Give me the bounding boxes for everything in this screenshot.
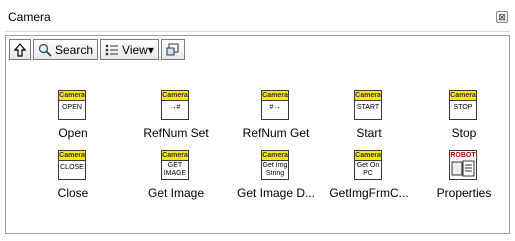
icon-band-label: Camera <box>262 91 288 101</box>
icon-band-label: Camera <box>162 91 188 101</box>
icon-band-label: Camera <box>59 91 85 101</box>
item-label: Start <box>356 126 382 140</box>
icon-band-label: Camera <box>355 91 381 101</box>
icon-band-label: Camera <box>355 151 381 161</box>
search-icon <box>38 43 52 57</box>
item-label: RefNum Get <box>242 126 310 140</box>
refnum-set-icon: Camera →# <box>161 90 189 120</box>
icon-band-label: Camera <box>262 151 288 161</box>
icon-text: OPEN <box>62 104 82 111</box>
divider <box>5 31 510 32</box>
pin-button[interactable] <box>160 39 185 60</box>
item-label: Open <box>58 126 88 140</box>
icon-band-label: Camera <box>450 91 476 101</box>
get-image-icon: Camera GET IMAGE <box>161 150 189 180</box>
icon-text: #→ <box>269 104 281 111</box>
item-label: GetImgFrmC... <box>329 186 409 200</box>
property-node-icon <box>451 160 475 177</box>
icon-band-label: ROBOT ▸ <box>450 151 476 168</box>
camera-open-icon: Camera OPEN <box>58 90 86 120</box>
window-title: Camera <box>8 10 51 24</box>
item-label: Properties <box>436 186 492 200</box>
view-label: View▾ <box>122 42 154 57</box>
icon-text: START <box>356 104 380 111</box>
item-label: RefNum Set <box>143 126 209 140</box>
item-label: Get Image <box>147 186 205 200</box>
close-button[interactable]: ⊠ <box>496 11 508 23</box>
palette-panel: Search View▾ Camera OPEN Open Camera →# … <box>5 35 510 234</box>
icon-text: Get On PC <box>356 162 380 177</box>
camera-start-icon: Camera START <box>354 90 382 120</box>
up-arrow-icon <box>14 42 26 57</box>
icon-text: Get Img String <box>262 162 288 177</box>
search-button[interactable]: Search <box>33 39 99 60</box>
icon-band-label: Camera <box>59 151 85 161</box>
view-icon <box>105 44 119 56</box>
properties-icon: ROBOT ▸ <box>449 150 477 180</box>
pin-icon <box>166 43 180 57</box>
view-button[interactable]: View▾ <box>100 39 159 60</box>
up-button[interactable] <box>9 39 31 60</box>
palette-toolbar: Search View▾ <box>9 39 185 60</box>
item-label: Stop <box>451 126 477 140</box>
get-img-string-icon: Camera Get Img String <box>261 150 289 180</box>
camera-palette-window: Camera ⊠ Search View▾ Camera OPEN Open C… <box>0 0 515 241</box>
camera-close-icon: Camera CLOSE <box>58 150 86 180</box>
icon-text: →# <box>169 104 181 111</box>
icon-band-label: Camera <box>162 151 188 161</box>
camera-stop-icon: Camera STOP <box>449 90 477 120</box>
get-on-pc-icon: Camera Get On PC <box>354 150 382 180</box>
icon-text: STOP <box>453 104 473 111</box>
refnum-get-icon: Camera #→ <box>261 90 289 120</box>
item-label: Close <box>57 186 89 200</box>
item-label: Get Image D... <box>236 186 316 200</box>
icon-text: CLOSE <box>60 164 84 171</box>
icon-text: GET IMAGE <box>163 162 187 177</box>
search-label: Search <box>55 42 94 57</box>
